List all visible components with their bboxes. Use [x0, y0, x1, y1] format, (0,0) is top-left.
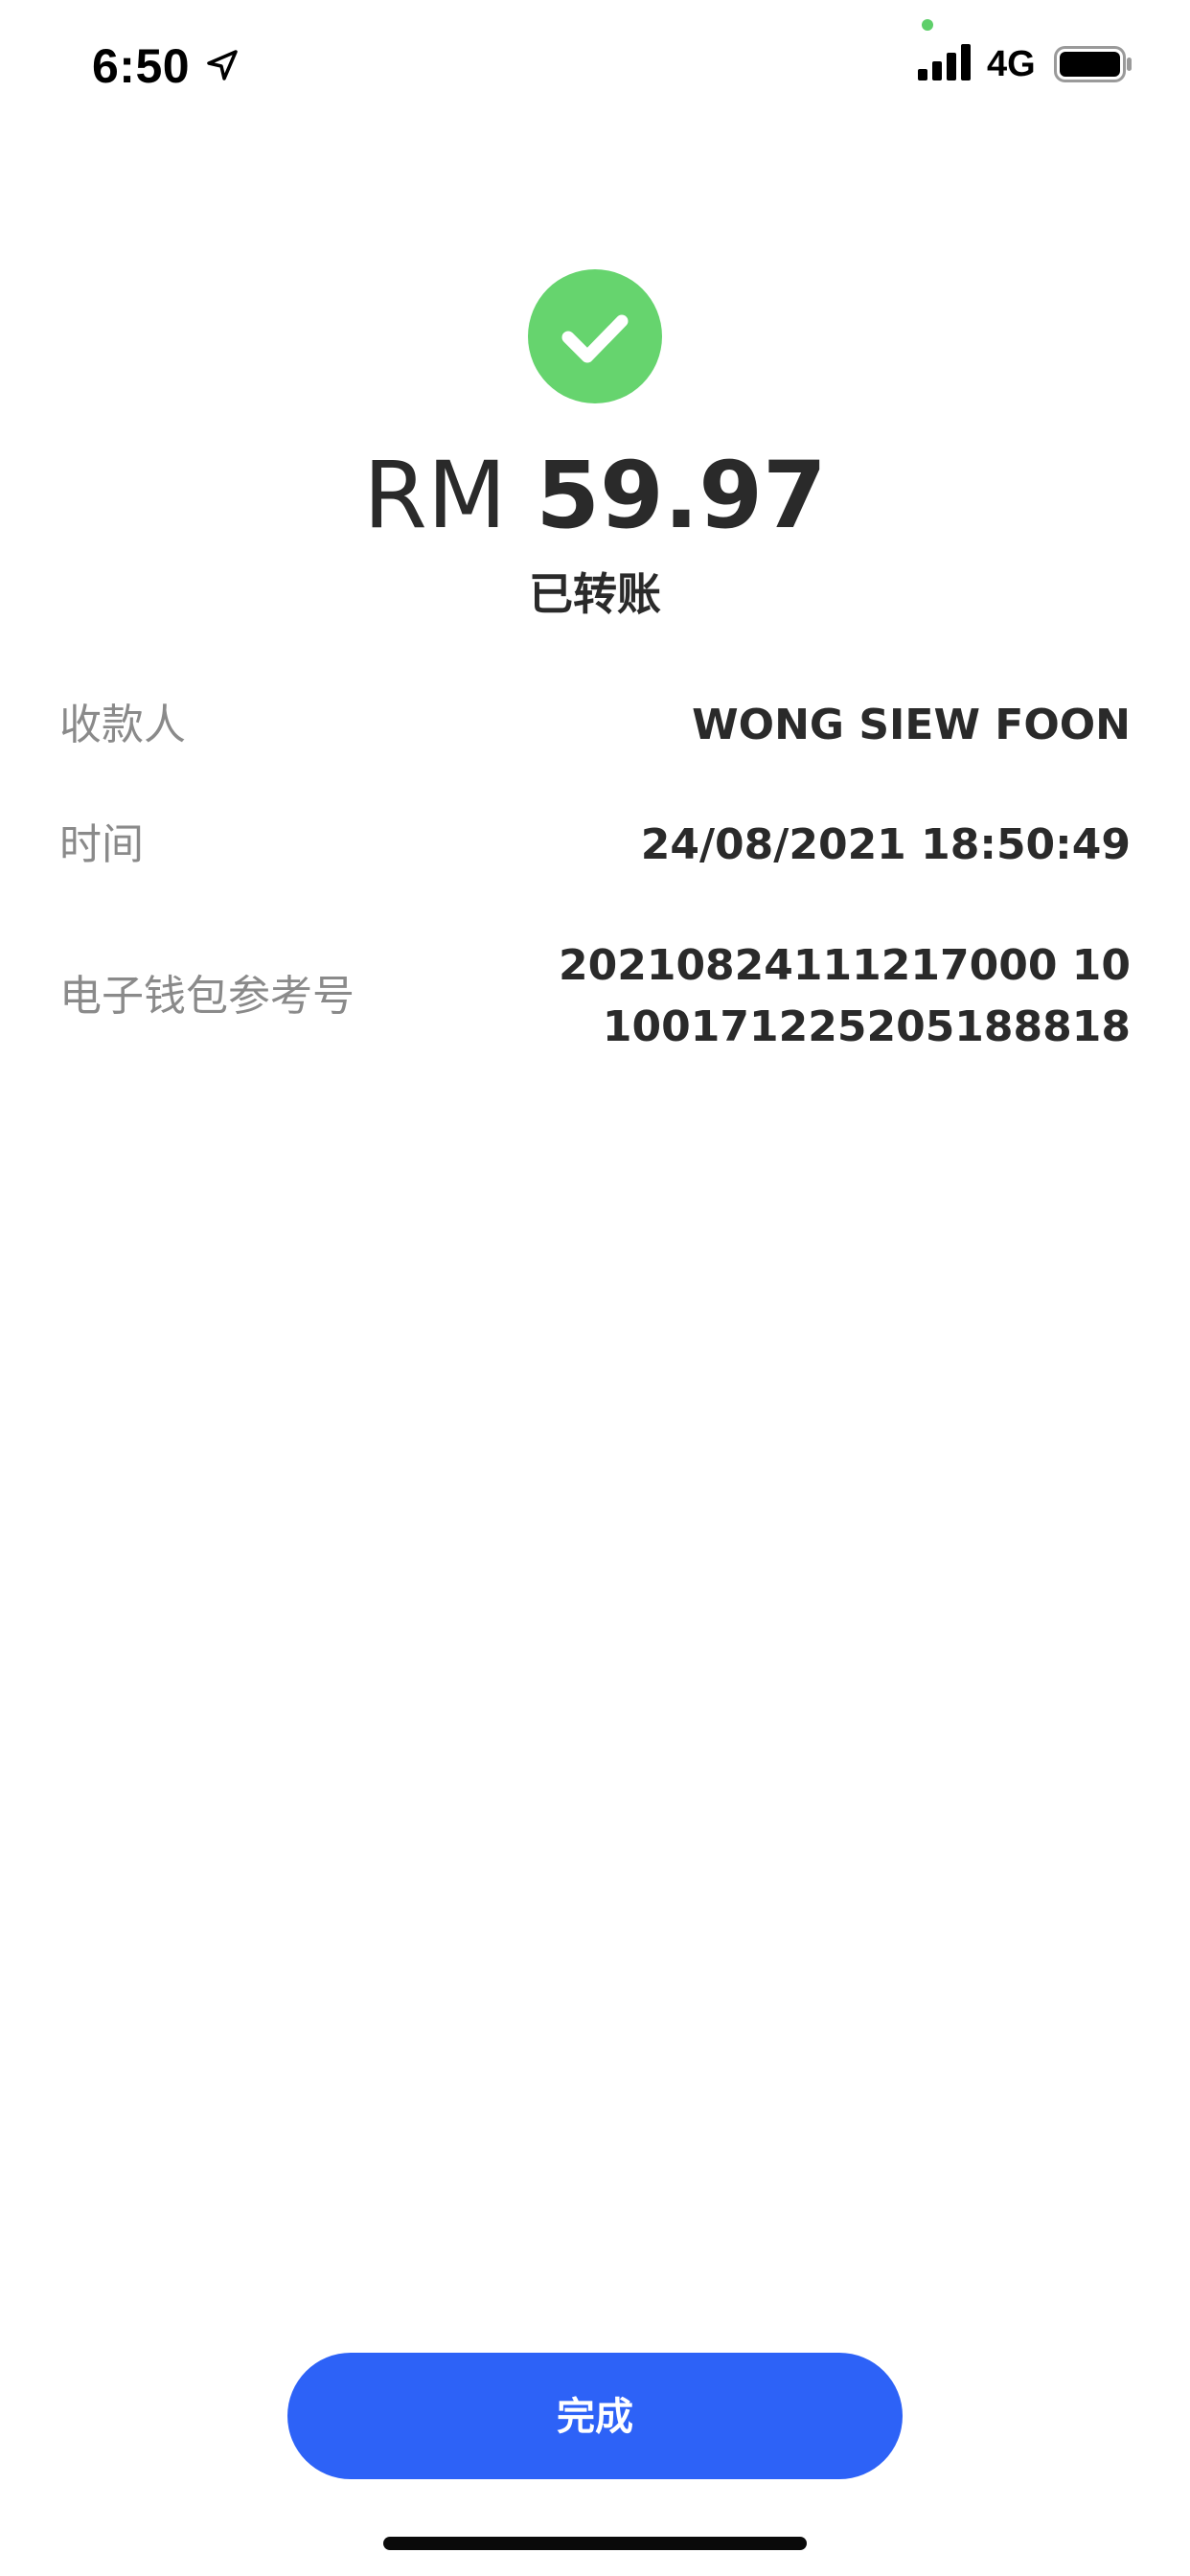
amount-currency: RM [363, 442, 507, 549]
transfer-status: 已转账 [529, 568, 661, 620]
signal-bars-icon [918, 44, 971, 80]
amount-value: 59.97 [536, 442, 827, 549]
success-check-icon [528, 269, 662, 403]
status-bar: 6:50 4G [0, 0, 1190, 134]
reference-label: 电子钱包参考号 [59, 972, 355, 1021]
reference-line-1: 20210824111217000 10 [558, 941, 1131, 990]
time-value: 24/08/2021 18:50:49 [640, 820, 1131, 869]
time-label: 时间 [59, 820, 144, 869]
done-button[interactable]: 完成 [287, 2353, 903, 2479]
location-arrow-icon [207, 50, 238, 80]
reference-line-2: 100171225205188818 [602, 1002, 1131, 1051]
privacy-indicator-dot [922, 19, 933, 31]
reference-value: 20210824111217000 10 100171225205188818 [559, 935, 1131, 1058]
transfer-amount: RM 59.97 [0, 443, 1190, 548]
check-icon [561, 314, 629, 363]
home-indicator[interactable] [383, 2537, 807, 2550]
reference-row: 电子钱包参考号 20210824111217000 10 10017122520… [59, 935, 1131, 1060]
battery-icon [1054, 46, 1132, 82]
network-type: 4G [987, 44, 1036, 84]
time-row: 时间 24/08/2021 18:50:49 [59, 815, 1131, 876]
status-time: 6:50 [92, 39, 191, 93]
recipient-label: 收款人 [59, 701, 186, 749]
recipient-value: WONG SIEW FOON [692, 701, 1131, 749]
recipient-row: 收款人 WONG SIEW FOON [59, 695, 1131, 756]
